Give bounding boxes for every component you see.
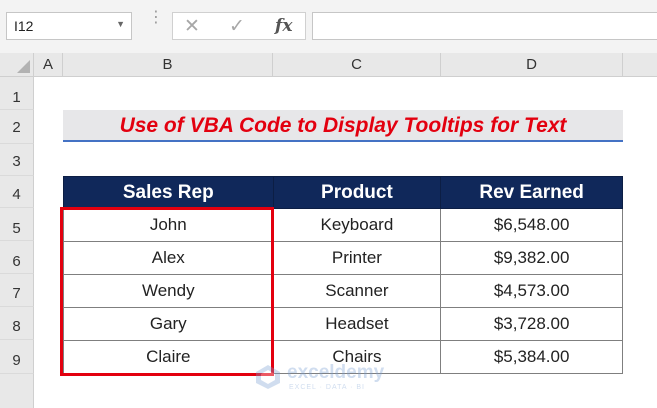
row-header-8[interactable]: 8 bbox=[0, 307, 34, 340]
header-sales-rep[interactable]: Sales Rep bbox=[63, 176, 274, 209]
enter-icon[interactable]: ✓ bbox=[229, 15, 245, 38]
exceldemy-logo-icon bbox=[256, 365, 280, 389]
watermark-name: exceldemy bbox=[287, 362, 385, 383]
cell-rev-earned[interactable]: $3,728.00 bbox=[440, 307, 623, 341]
cell-sales-rep[interactable]: Claire bbox=[63, 340, 274, 374]
formula-input[interactable] bbox=[312, 12, 657, 40]
table-header-row: Sales Rep Product Rev Earned bbox=[63, 176, 623, 209]
row-header-6[interactable]: 6 bbox=[0, 241, 34, 274]
formula-buttons: ✕ ✓ fx bbox=[172, 12, 306, 40]
row-header-1[interactable]: 1 bbox=[0, 77, 34, 110]
table-row: Wendy Scanner $4,573.00 bbox=[63, 274, 623, 308]
column-header-e[interactable] bbox=[623, 53, 657, 77]
row-header-5[interactable]: 5 bbox=[0, 208, 34, 241]
cell-rev-earned[interactable]: $4,573.00 bbox=[440, 274, 623, 308]
column-header-c[interactable]: C bbox=[273, 53, 441, 77]
column-header-a[interactable]: A bbox=[34, 53, 63, 77]
grip-icon: ⋮ bbox=[148, 9, 164, 26]
select-all-triangle-icon bbox=[17, 60, 30, 73]
cell-product[interactable]: Keyboard bbox=[272, 208, 442, 242]
table-row: Alex Printer $9,382.00 bbox=[63, 241, 623, 275]
chevron-down-icon[interactable]: ▼ bbox=[116, 19, 125, 29]
page-title: Use of VBA Code to Display Tooltips for … bbox=[119, 114, 567, 137]
row-header-7[interactable]: 7 bbox=[0, 274, 34, 307]
row-header-3[interactable]: 3 bbox=[0, 144, 34, 176]
cell-rev-earned[interactable]: $5,384.00 bbox=[440, 340, 623, 374]
row-header-10[interactable] bbox=[0, 374, 34, 408]
cell-sales-rep[interactable]: Gary bbox=[63, 307, 274, 341]
cell-product[interactable]: Printer bbox=[272, 241, 442, 275]
cell-product[interactable]: Headset bbox=[272, 307, 442, 341]
row-header-4[interactable]: 4 bbox=[0, 176, 34, 208]
cell-sales-rep[interactable]: Wendy bbox=[63, 274, 274, 308]
cell-rev-earned[interactable]: $9,382.00 bbox=[440, 241, 623, 275]
column-header-b[interactable]: B bbox=[63, 53, 273, 77]
formula-bar: I12 ▼ ⋮ ✕ ✓ fx bbox=[0, 0, 657, 53]
header-product[interactable]: Product bbox=[272, 176, 442, 209]
row-header-2[interactable]: 2 bbox=[0, 110, 34, 144]
cancel-icon[interactable]: ✕ bbox=[184, 15, 200, 38]
cell-sales-rep[interactable]: John bbox=[63, 208, 274, 242]
exceldemy-watermark: exceldemy EXCEL · DATA · BI bbox=[255, 360, 415, 396]
name-box-value: I12 bbox=[14, 18, 34, 34]
column-header-d[interactable]: D bbox=[441, 53, 623, 77]
cell-rev-earned[interactable]: $6,548.00 bbox=[440, 208, 623, 242]
cell-product[interactable]: Scanner bbox=[272, 274, 442, 308]
watermark-tagline: EXCEL · DATA · BI bbox=[289, 384, 365, 391]
sales-table: Sales Rep Product Rev Earned John Keyboa… bbox=[63, 176, 623, 374]
table-row: John Keyboard $6,548.00 bbox=[63, 208, 623, 242]
name-box[interactable]: I12 ▼ bbox=[6, 12, 132, 40]
select-all-button[interactable] bbox=[0, 53, 34, 77]
row-header-9[interactable]: 9 bbox=[0, 340, 34, 374]
table-row: Gary Headset $3,728.00 bbox=[63, 307, 623, 341]
insert-function-icon[interactable]: fx bbox=[275, 16, 292, 36]
header-rev-earned[interactable]: Rev Earned bbox=[440, 176, 623, 209]
title-cell[interactable]: Use of VBA Code to Display Tooltips for … bbox=[63, 110, 623, 142]
cell-sales-rep[interactable]: Alex bbox=[63, 241, 274, 275]
